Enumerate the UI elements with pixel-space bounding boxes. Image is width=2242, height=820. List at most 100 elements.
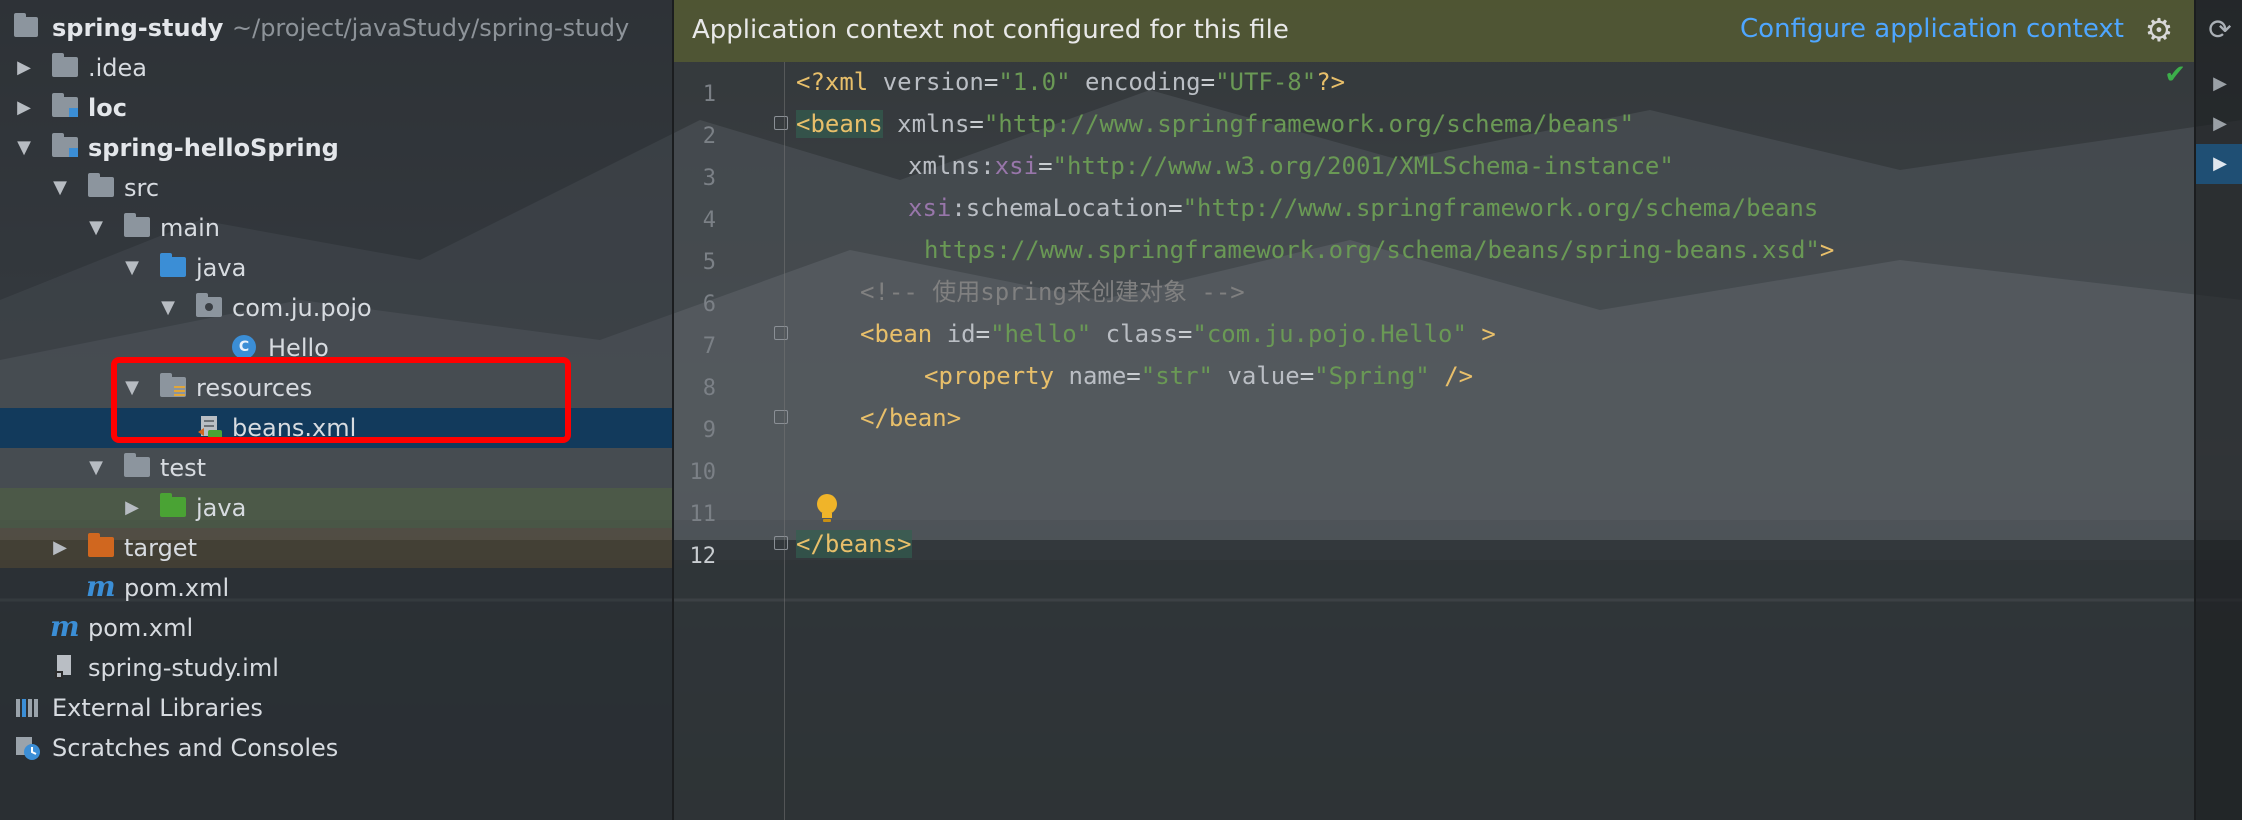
chevron-down-icon[interactable]: ▼ [86, 458, 106, 478]
tree-item-label: pom.xml [124, 574, 230, 602]
chevron-down-icon[interactable]: ▼ [14, 138, 34, 158]
tree-row-hello-class[interactable]: C Hello [0, 328, 672, 368]
chevron-down-icon[interactable]: ▼ [86, 218, 106, 238]
xml-attr: id [932, 320, 976, 348]
chevron-down-icon[interactable]: ▼ [122, 378, 142, 398]
xml-value: "Spring" [1314, 362, 1430, 390]
tree-row-root-pom[interactable]: m pom.xml [0, 608, 672, 648]
line-number: 7 [702, 334, 716, 359]
folder-icon [88, 173, 114, 197]
code-line-12[interactable]: </beans> [796, 524, 912, 564]
tree-row-src[interactable]: ▼ src [0, 168, 672, 208]
tree-row-scratches[interactable]: Scratches and Consoles [0, 728, 672, 768]
tree-item-label: .idea [88, 54, 148, 82]
play-icon[interactable]: ▶ [2196, 144, 2242, 184]
xml-attr: xmlns: [908, 152, 995, 180]
configure-application-context-link[interactable]: Configure application context [1740, 14, 2124, 44]
tree-item-label: test [160, 454, 207, 482]
module-folder-icon [52, 93, 78, 117]
tree-row-main[interactable]: ▼ main [0, 208, 672, 248]
right-tool-strip: ⟳ ▶ ▶ ▶ [2194, 0, 2242, 820]
xml-attr: class [1091, 320, 1178, 348]
tree-item-label: java [196, 254, 247, 282]
code-line-9[interactable]: </bean> [860, 398, 961, 438]
code-line-5[interactable]: https://www.springframework.org/schema/b… [924, 230, 1834, 270]
tree-item-label: beans.xml [232, 414, 357, 442]
tree-row-resources[interactable]: ▼ resources [0, 368, 672, 408]
line-number: 3 [702, 166, 716, 191]
notification-banner: Application context not configured for t… [674, 0, 2194, 62]
xml-eq: = [1126, 362, 1141, 390]
resources-folder-icon [160, 373, 186, 397]
source-folder-icon [160, 253, 186, 277]
tree-row-external-libraries[interactable]: External Libraries [0, 688, 672, 728]
tree-item-label: spring-study.iml [88, 654, 279, 682]
folder-icon [52, 53, 78, 77]
folder-icon [124, 453, 150, 477]
chevron-right-icon[interactable]: ▶ [14, 58, 34, 78]
fold-marker-icon[interactable] [774, 410, 788, 424]
chevron-right-icon[interactable]: ▶ [50, 538, 70, 558]
gear-icon[interactable]: ⚙ [2142, 13, 2176, 47]
line-number: 11 [689, 502, 717, 527]
tree-row-module-pom[interactable]: m pom.xml [0, 568, 672, 608]
fold-marker-icon[interactable] [774, 536, 788, 550]
line-number-gutter[interactable]: 1 2 3 4 5 6 7 8 9 10 11 12 [674, 62, 788, 820]
xml-attr: name [1054, 362, 1127, 390]
code-line-2[interactable]: <beans xmlns="http://www.springframework… [796, 104, 1634, 144]
tree-row-package[interactable]: ▼ com.ju.pojo [0, 288, 672, 328]
iml-file-icon [54, 654, 76, 680]
code-line-6[interactable]: <!-- 使用spring来创建对象 --> [860, 272, 1245, 312]
xml-value: "http://www.springframework.org/schema/b… [1182, 194, 1819, 222]
libraries-icon [14, 696, 42, 720]
code-line-8[interactable]: <property name="str" value="Spring" /> [924, 356, 1473, 396]
tree-item-label: loc [88, 94, 127, 122]
chevron-down-icon[interactable]: ▼ [122, 258, 142, 278]
play-icon[interactable]: ▶ [2196, 64, 2242, 104]
chevron-right-icon[interactable]: ▶ [14, 98, 34, 118]
fold-marker-icon[interactable] [774, 326, 788, 340]
line-number: 6 [702, 292, 716, 317]
tree-row-spring-hellospring[interactable]: ▼ spring-helloSpring [0, 128, 672, 168]
tree-row-target[interactable]: ▶ target [0, 528, 672, 568]
xml-value: "http://www.springframework.org/schema/b… [983, 110, 1635, 138]
tree-row-loc[interactable]: ▶ loc [0, 88, 672, 128]
code-line-7[interactable]: <bean id="hello" class="com.ju.pojo.Hell… [860, 314, 1496, 354]
chevron-down-icon[interactable]: ▼ [158, 298, 178, 318]
check-icon: ✔ [2164, 60, 2186, 90]
xml-eq: = [1038, 152, 1053, 180]
tree-row-test[interactable]: ▼ test [0, 448, 672, 488]
chevron-right-icon[interactable]: ▶ [122, 498, 142, 518]
tree-row-iml[interactable]: spring-study.iml [0, 648, 672, 688]
test-source-folder-icon [160, 493, 186, 517]
line-number: 10 [689, 460, 717, 485]
xml-tag-close: /> [1429, 362, 1474, 390]
code-line-3[interactable]: xmlns:xsi="http://www.w3.org/2001/XMLSch… [908, 146, 1674, 186]
tree-row-test-java[interactable]: ▶ java [0, 488, 672, 528]
lightbulb-intention-icon[interactable] [814, 492, 840, 524]
xml-eq: = [983, 68, 999, 96]
tree-row-beans-xml[interactable]: beans.xml [0, 408, 672, 448]
play-icon[interactable]: ▶ [2196, 104, 2242, 144]
refresh-icon[interactable]: ⟳ [2204, 14, 2236, 46]
class-icon: C [232, 335, 256, 359]
root-project-name: spring-study [52, 14, 224, 42]
xml-tag-bean-close: </bean> [860, 404, 962, 432]
fold-marker-icon[interactable] [774, 116, 788, 130]
tree-row-main-java[interactable]: ▼ java [0, 248, 672, 288]
excluded-folder-icon [88, 533, 114, 557]
line-number: 8 [702, 376, 716, 401]
tree-row-root[interactable]: spring-study ~/project/javaStudy/spring-… [0, 8, 672, 48]
tree-item-label: main [160, 214, 220, 242]
code-line-4[interactable]: xsi:schemaLocation="http://www.springfra… [908, 188, 1818, 228]
xml-decl-open: <?xml [796, 68, 883, 96]
xml-tag-close: > [1819, 236, 1835, 264]
editor-pane[interactable]: Application context not configured for t… [674, 0, 2194, 820]
xml-attr: :schemaLocation [951, 194, 1169, 222]
tree-row-idea[interactable]: ▶ .idea [0, 48, 672, 88]
folder-icon [124, 213, 150, 237]
xml-value: "str" [1140, 362, 1213, 390]
code-line-1[interactable]: <?xml version="1.0" encoding="UTF-8"?> [796, 62, 1345, 102]
tree-item-label: spring-helloSpring [88, 134, 339, 162]
chevron-down-icon[interactable]: ▼ [50, 178, 70, 198]
